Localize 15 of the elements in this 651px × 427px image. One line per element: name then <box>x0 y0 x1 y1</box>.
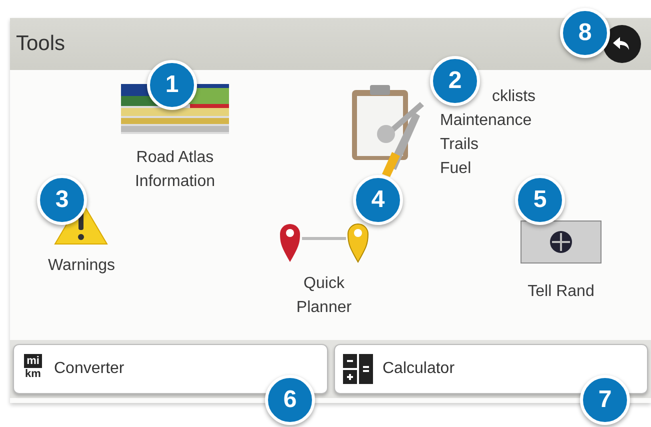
tool-label-line[interactable]: Tell Rand <box>528 280 594 304</box>
callout-number: 6 <box>265 375 315 425</box>
tool-label-line[interactable]: Planner <box>296 296 352 320</box>
tool-label-line[interactable]: Quick <box>296 272 352 296</box>
tool-label-line[interactable]: Road Atlas <box>134 146 216 170</box>
menu-entry[interactable]: Fuel <box>440 157 472 181</box>
calculator-icon <box>342 354 372 384</box>
menu-entry[interactable]: Trails <box>440 133 479 157</box>
tool-label-line[interactable]: Warnings <box>48 254 115 278</box>
menu-entry[interactable]: cklists <box>492 85 536 109</box>
window-title: Tools <box>16 31 66 58</box>
callout-number: 7 <box>580 375 630 425</box>
menu-entry[interactable]: Maintenance <box>440 109 532 133</box>
tool-label-line[interactable]: Information <box>134 170 216 194</box>
feedback-screen-icon <box>520 220 602 264</box>
